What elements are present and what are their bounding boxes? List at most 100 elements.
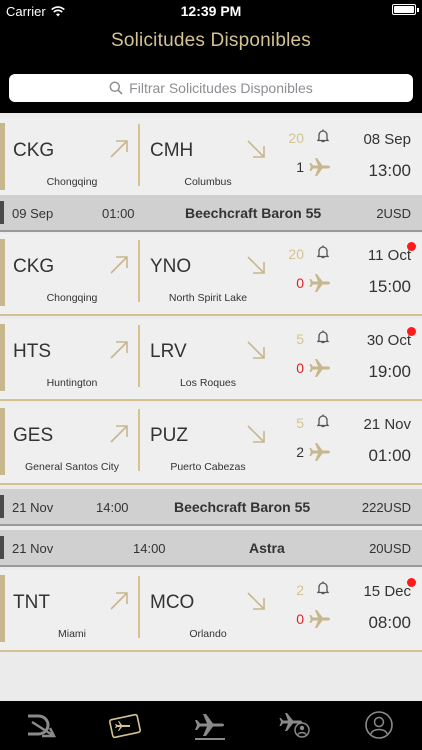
band-aircraft: Astra — [249, 540, 285, 556]
bell-icon — [316, 414, 330, 428]
row-divider — [138, 124, 140, 186]
search-input[interactable]: Filtrar Solicitudes Disponibles — [9, 74, 413, 102]
departure-arrow-icon — [110, 341, 128, 359]
row-divider — [138, 325, 140, 387]
profile-icon — [365, 711, 393, 739]
active-tab-indicator — [195, 738, 225, 740]
request-date: 15 Dec — [363, 583, 411, 600]
plane-icon — [309, 359, 330, 377]
tab-bar — [0, 701, 422, 750]
band-aircraft: Beechcraft Baron 55 — [185, 205, 322, 221]
row-accent-bar — [0, 123, 5, 190]
origin-city: Chongqing — [46, 176, 98, 188]
origin-code: TNT — [13, 592, 50, 613]
plane-user-icon — [279, 713, 310, 738]
logo-icon — [28, 714, 57, 738]
request-time: 08:00 — [368, 613, 411, 632]
search-placeholder: Filtrar Solicitudes Disponibles — [129, 80, 313, 96]
destination-city: North Spirit Lake — [168, 292, 248, 304]
list-item[interactable]: TNT Miami MCO Orlando 2 0 15 Dec 08:00 — [0, 570, 422, 652]
my-flights-tab[interactable] — [275, 707, 315, 743]
arrival-arrow-icon — [247, 256, 265, 274]
request-time: 01:00 — [368, 446, 411, 465]
list-item[interactable]: GES General Santos City PUZ Puerto Cabez… — [0, 403, 422, 485]
destination-city: Columbus — [184, 176, 232, 188]
bid-count: 20 — [288, 246, 304, 262]
band-time: 01:00 — [102, 206, 135, 221]
band-accent-bar — [0, 495, 4, 518]
plane-icon — [309, 158, 330, 176]
destination-city: Orlando — [189, 628, 227, 640]
band-aircraft: Beechcraft Baron 55 — [174, 499, 311, 515]
logo-tab[interactable] — [21, 707, 61, 743]
offer-band[interactable]: 09 Sep 01:00 Beechcraft Baron 55 2USD — [0, 195, 422, 232]
destination-code: PUZ — [150, 425, 188, 446]
origin-code: HTS — [13, 341, 51, 362]
ticket-icon — [109, 713, 141, 739]
status-time: 12:39 PM — [180, 3, 242, 19]
offer-band[interactable]: 21 Nov 14:00 Astra 20USD — [0, 530, 422, 567]
bid-count: 5 — [296, 331, 304, 347]
tickets-tab[interactable] — [105, 707, 145, 743]
row-accent-bar — [0, 239, 5, 306]
bid-count: 20 — [288, 130, 304, 146]
destination-code: CMH — [150, 140, 194, 161]
seat-count: 1 — [296, 159, 304, 175]
origin-city: General Santos City — [25, 461, 119, 473]
list-item[interactable]: CKG Chongqing CMH Columbus 20 1 08 Sep 1… — [0, 118, 422, 200]
request-time: 15:00 — [368, 277, 411, 296]
band-price: 2USD — [376, 206, 411, 221]
profile-tab[interactable] — [359, 707, 399, 743]
seat-count: 0 — [296, 360, 304, 376]
band-date: 09 Sep — [12, 206, 54, 221]
plane-icon — [309, 443, 330, 461]
destination-code: MCO — [150, 592, 195, 613]
request-list: CKG Chongqing CMH Columbus 20 1 08 Sep 1… — [0, 113, 422, 701]
battery-icon — [392, 4, 419, 15]
departure-arrow-icon — [110, 140, 128, 158]
bid-count: 2 — [296, 582, 304, 598]
bell-icon — [316, 330, 330, 344]
row-divider — [138, 409, 140, 471]
row-accent-bar — [0, 324, 5, 391]
seat-count: 0 — [296, 275, 304, 291]
arrival-arrow-icon — [247, 140, 265, 158]
departure-arrow-icon — [110, 256, 128, 274]
list-item[interactable]: CKG Chongqing YNO North Spirit Lake 20 0… — [0, 234, 422, 316]
band-accent-bar — [0, 201, 4, 224]
request-time: 19:00 — [368, 362, 411, 381]
bell-icon — [316, 581, 330, 595]
row-accent-bar — [0, 408, 5, 475]
row-divider — [138, 576, 140, 638]
arrival-arrow-icon — [247, 592, 265, 610]
band-accent-bar — [0, 536, 4, 559]
request-date: 21 Nov — [363, 416, 411, 433]
origin-city: Huntington — [46, 377, 98, 389]
departure-arrow-icon — [110, 425, 128, 443]
origin-city: Miami — [58, 628, 86, 640]
band-price: 222USD — [361, 500, 411, 515]
band-date: 21 Nov — [12, 500, 54, 515]
destination-code: LRV — [150, 341, 187, 362]
status-bar: Carrier 12:39 PM — [0, 0, 422, 22]
request-date: 11 Oct — [367, 247, 411, 264]
search-icon — [109, 81, 123, 95]
arrival-arrow-icon — [247, 341, 265, 359]
request-date: 08 Sep — [363, 131, 411, 148]
status-right — [392, 4, 419, 15]
destination-city: Puerto Cabezas — [170, 461, 246, 473]
offer-band[interactable]: 21 Nov 14:00 Beechcraft Baron 55 222USD — [0, 489, 422, 526]
bell-icon — [316, 129, 330, 143]
list-item[interactable]: HTS Huntington LRV Los Roques 5 0 30 Oct… — [0, 319, 422, 401]
bid-count: 5 — [296, 415, 304, 431]
seat-count: 2 — [296, 444, 304, 460]
origin-code: CKG — [13, 256, 55, 277]
seat-count: 0 — [296, 611, 304, 627]
plane-icon — [309, 610, 330, 628]
arrival-arrow-icon — [247, 425, 265, 443]
band-time: 14:00 — [133, 541, 166, 556]
band-time: 14:00 — [96, 500, 129, 515]
departure-arrow-icon — [110, 592, 128, 610]
page-title: Solicitudes Disponibles — [111, 30, 311, 51]
origin-city: Chongqing — [46, 292, 98, 304]
